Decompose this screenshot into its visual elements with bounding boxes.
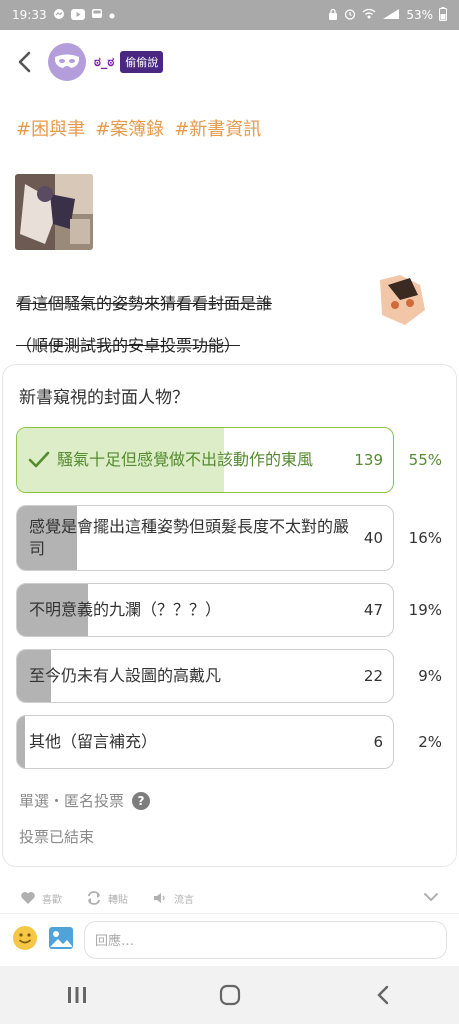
tag-new-book-info[interactable]: #新書資訊 — [174, 115, 261, 141]
poll-option-percent: 16% — [408, 529, 442, 547]
reply-bar: 回應… — [0, 913, 459, 965]
status-bar: 19:33 53% — [0, 0, 459, 30]
repost-icon — [88, 891, 100, 905]
status-time: 19:33 — [12, 8, 47, 22]
repost-label: 轉貼 — [108, 894, 128, 906]
repost-button[interactable]: 轉貼 — [86, 891, 128, 906]
bus-icon — [91, 8, 103, 22]
post-text-line-2: （順便測試我的安卓投票功能） — [16, 336, 241, 355]
back-arrow-icon[interactable] — [12, 50, 36, 74]
alarm-icon — [344, 8, 356, 22]
poll-bar-fill — [17, 716, 25, 768]
poll-question: 新書窺視的封面人物？ — [19, 388, 189, 408]
back-nav-icon[interactable] — [363, 975, 403, 1015]
post-actions: 喜歡 轉貼 流言 — [0, 885, 459, 911]
poll-option-percent: 55% — [408, 451, 442, 469]
poll-option-label: 其他（留言補充） — [29, 732, 158, 751]
check-icon — [27, 448, 51, 472]
poll-option-count: 22 — [363, 667, 383, 685]
battery-icon — [439, 7, 447, 23]
board-badge[interactable]: 偷偷說 — [120, 51, 164, 73]
battery-percent: 53% — [406, 8, 433, 22]
poll-option-percent: 19% — [408, 601, 442, 619]
username[interactable]: ಠ_ಠ — [94, 55, 114, 70]
poll-option-percent: 2% — [418, 733, 442, 751]
mask-icon — [54, 54, 80, 68]
heart-icon — [21, 892, 35, 904]
poll-option-3[interactable]: 不明意義的九瀾（？？？） 47 — [16, 583, 394, 637]
help-icon[interactable]: ? — [132, 791, 151, 810]
chevron-down-icon[interactable] — [423, 892, 439, 905]
poll-option-2[interactable]: 感覺是會擺出這種姿勢但頭髮長度不太對的嚴司 40 — [16, 505, 394, 571]
poll-option-count: 40 — [363, 529, 383, 547]
poll-option-label: 感覺是會擺出這種姿勢但頭髮長度不太對的嚴司 — [29, 517, 350, 558]
poll-option-count: 139 — [354, 451, 383, 469]
messenger-icon — [53, 8, 65, 22]
signal-icon — [382, 8, 400, 22]
sticker-image — [370, 270, 432, 330]
poll-option-count: 47 — [363, 601, 383, 619]
tag-anbulu[interactable]: #案簿錄 — [95, 115, 164, 141]
poll-option-percent: 9% — [418, 667, 442, 685]
poll-option-4[interactable]: 至今仍未有人設圖的高戴凡 22 — [16, 649, 394, 703]
poll-card: 新書窺視的封面人物？ 騷氣十足但感覺做不出該動作的東風 139 55% 感覺是會… — [2, 364, 457, 867]
youtube-icon — [70, 8, 85, 22]
poll-option-label: 至今仍未有人設圖的高戴凡 — [29, 666, 222, 685]
tag-list: #困與聿 #案簿錄 #新書資訊 — [16, 115, 261, 141]
poll-status: 投票已結束 — [19, 828, 95, 846]
tag-kunyuyu[interactable]: #困與聿 — [16, 115, 85, 141]
hotspot-icon — [362, 8, 376, 22]
emoji-icon[interactable] — [12, 925, 38, 955]
attached-cover-image[interactable] — [15, 174, 93, 250]
poll-option-5[interactable]: 其他（留言補充） 6 — [16, 715, 394, 769]
like-button[interactable]: 喜歡 — [20, 891, 62, 906]
poll-meta: 單選・匿名投票 ? — [19, 790, 151, 811]
like-label: 喜歡 — [42, 894, 62, 906]
comment-button[interactable]: 流言 — [152, 891, 194, 906]
poll-option-label: 騷氣十足但感覺做不出該動作的東風 — [57, 450, 314, 469]
poll-type-label: 單選・匿名投票 — [19, 792, 125, 810]
poll-option-1[interactable]: 騷氣十足但感覺做不出該動作的東風 139 — [16, 427, 394, 493]
poll-option-count: 6 — [373, 733, 383, 751]
reply-input[interactable]: 回應… — [84, 920, 447, 959]
lock-icon — [328, 8, 338, 22]
image-icon[interactable] — [48, 926, 74, 954]
speaker-icon — [154, 893, 165, 903]
poll-option-label: 不明意義的九瀾（？？？） — [29, 600, 222, 619]
comment-label: 流言 — [174, 894, 194, 906]
android-nav-bar — [0, 966, 459, 1024]
dot-icon — [109, 10, 115, 21]
recent-apps-icon[interactable] — [57, 975, 97, 1015]
home-icon[interactable] — [210, 975, 250, 1015]
avatar[interactable] — [48, 43, 86, 81]
post-text-line-1: 看這個騷氣的姿勢來猜看看封面是誰 — [16, 294, 273, 313]
post-header: ಠ_ಠ 偷偷說 — [0, 30, 459, 94]
